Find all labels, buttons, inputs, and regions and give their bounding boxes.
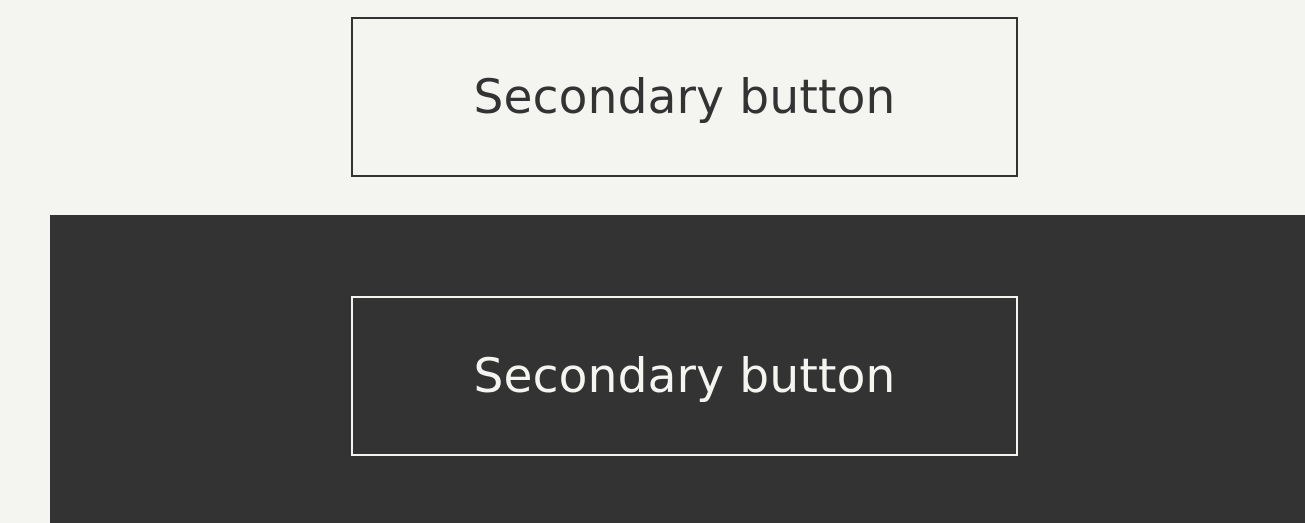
secondary-button-light[interactable]: Secondary button [351, 17, 1018, 177]
secondary-button-light-label: Secondary button [473, 69, 896, 125]
secondary-button-dark[interactable]: Secondary button [351, 296, 1018, 456]
secondary-button-dark-label: Secondary button [473, 348, 896, 404]
